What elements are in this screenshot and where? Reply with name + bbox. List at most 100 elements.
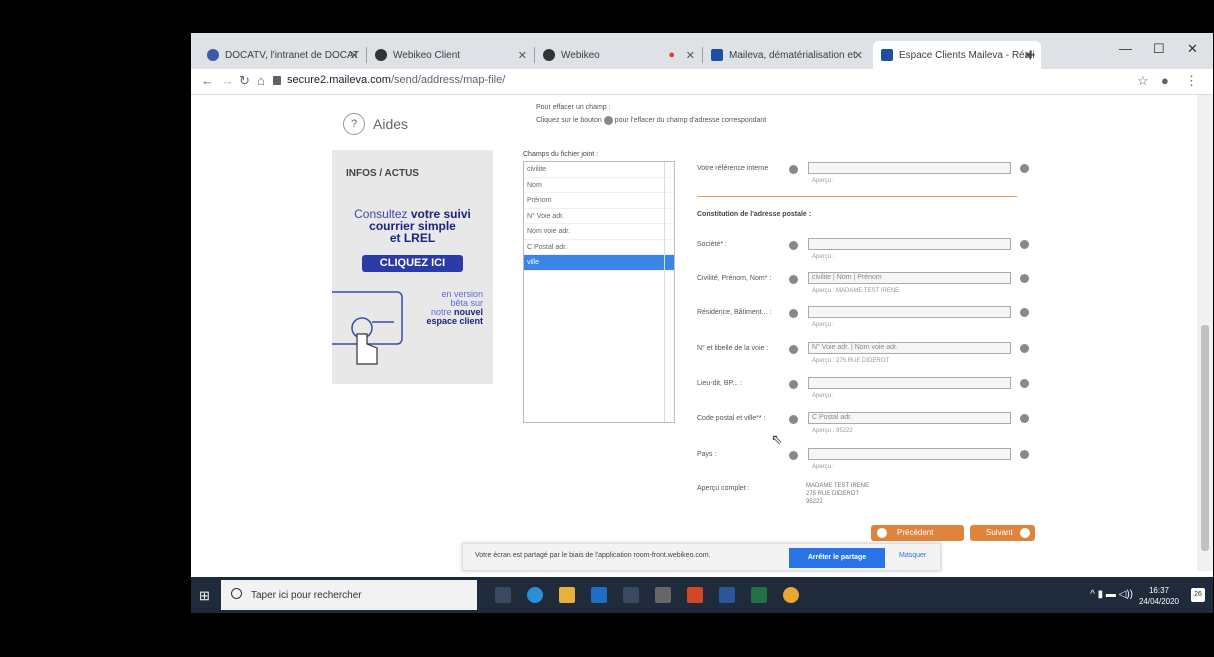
stop-sharing-button[interactable]: Arrêter le partage bbox=[789, 548, 885, 568]
chrome-icon[interactable] bbox=[783, 587, 799, 603]
row-label: Lieu-dit, BP... : bbox=[697, 380, 743, 387]
row-input[interactable] bbox=[808, 448, 1011, 460]
page-scrollbar[interactable] bbox=[1197, 95, 1213, 571]
explorer-icon[interactable] bbox=[559, 587, 575, 603]
maileva-icon bbox=[881, 49, 893, 61]
clear-icon[interactable] bbox=[1020, 414, 1029, 423]
row-input[interactable] bbox=[808, 238, 1011, 250]
clear-icon[interactable] bbox=[1020, 164, 1029, 173]
row-input[interactable] bbox=[808, 306, 1011, 318]
scroll-thumb[interactable] bbox=[1201, 325, 1209, 551]
tab-maileva[interactable]: Maileva, dématérialisation et ✕ bbox=[703, 41, 871, 69]
list-item[interactable]: Nom voie adr. bbox=[524, 224, 674, 240]
reload-icon[interactable]: ↻ bbox=[239, 73, 250, 89]
address-bar[interactable]: secure2.maileva.com/send/address/map-fil… bbox=[287, 74, 505, 86]
tab-webikeo[interactable]: Webikeo ● ✕ bbox=[535, 41, 703, 69]
touch-card-icon bbox=[332, 291, 403, 365]
row-preview: 95222 bbox=[836, 428, 853, 434]
clock-time: 16:37 bbox=[1148, 586, 1169, 595]
apercu-label: Aperçu : bbox=[812, 393, 835, 399]
reference-input[interactable] bbox=[808, 162, 1011, 174]
infos-title: INFOS / ACTUS bbox=[346, 168, 419, 179]
instructions-title: Pour effacer un champ : bbox=[536, 104, 611, 111]
mouse-cursor-icon: ⇖ bbox=[771, 431, 783, 447]
system-tray-icon[interactable]: ^ ▮ ▬ ◁)) bbox=[1090, 589, 1133, 600]
list-scrollbar[interactable] bbox=[664, 162, 674, 422]
menu-icon[interactable]: ⋮ bbox=[1185, 73, 1198, 89]
fields-list[interactable]: civilite Nom Prénom N° Voie adr. Nom voi… bbox=[523, 161, 675, 423]
clear-icon[interactable] bbox=[1020, 308, 1029, 317]
word-icon[interactable] bbox=[719, 587, 735, 603]
powerpoint-icon[interactable] bbox=[687, 587, 703, 603]
row-input[interactable]: C Postal adr. bbox=[808, 412, 1011, 424]
address-row-cp: Code postal et ville** : C Postal adr. A… bbox=[697, 411, 1029, 441]
forward-icon[interactable]: → bbox=[221, 73, 234, 88]
close-icon[interactable]: ✕ bbox=[686, 49, 695, 62]
outlook-icon[interactable] bbox=[591, 587, 607, 603]
row-label: Code postal et ville** : bbox=[697, 415, 766, 422]
close-icon[interactable]: ✕ bbox=[854, 49, 863, 62]
url-host: secure2.maileva.com bbox=[287, 74, 391, 86]
instructions-text-a: Cliquez sur le bouton bbox=[536, 117, 602, 124]
address-row-nom: Civilité, Prénom, Nom* : civilite | Nom … bbox=[697, 271, 1029, 301]
list-item[interactable]: Nom bbox=[524, 178, 674, 193]
screen: DOCATV, l'intranet de DOCAT ✕ Webikeo Cl… bbox=[191, 33, 1213, 613]
apercu-label: Aperçu : bbox=[812, 464, 835, 470]
tab-title: Webikeo bbox=[561, 49, 600, 61]
app-icon[interactable] bbox=[623, 587, 639, 603]
hide-link[interactable]: Masquer bbox=[899, 552, 926, 559]
app-icon[interactable] bbox=[655, 587, 671, 603]
cliquez-ici-button[interactable]: CLIQUEZ ICI bbox=[362, 255, 463, 272]
list-item-selected[interactable]: ville bbox=[524, 255, 674, 271]
taskbar-search[interactable]: Taper ici pour rechercher bbox=[221, 580, 477, 610]
aides-link[interactable]: ? Aides bbox=[343, 113, 408, 135]
star-icon[interactable]: ☆ bbox=[1137, 73, 1149, 89]
excel-icon[interactable] bbox=[751, 587, 767, 603]
clear-icon[interactable] bbox=[1020, 240, 1029, 249]
apercu-complet-label: Aperçu complet : bbox=[697, 485, 750, 492]
task-view-icon[interactable] bbox=[495, 587, 511, 603]
info-icon bbox=[789, 345, 798, 354]
webikeo-icon bbox=[543, 49, 555, 61]
tab-espace-clients[interactable]: Espace Clients Maileva - Réali ✕ bbox=[873, 41, 1041, 69]
list-item[interactable]: civilite bbox=[524, 162, 674, 178]
back-icon[interactable]: ← bbox=[201, 73, 214, 88]
clock[interactable]: 16:37 24/04/2020 bbox=[1139, 585, 1179, 607]
tab-title: DOCATV, l'intranet de DOCAT bbox=[225, 49, 359, 61]
suivant-button[interactable]: Suivant bbox=[970, 525, 1035, 541]
close-icon[interactable]: ✕ bbox=[350, 49, 359, 62]
windows-icon[interactable]: ⊞ bbox=[199, 588, 210, 604]
minimize-button[interactable]: — bbox=[1119, 41, 1132, 56]
info-icon bbox=[789, 241, 798, 250]
tab-webikeo-client[interactable]: Webikeo Client ✕ bbox=[367, 41, 535, 69]
clear-icon[interactable] bbox=[1020, 450, 1029, 459]
row-input[interactable]: N° Voie adr. | Nom voie adr. bbox=[808, 342, 1011, 354]
list-item[interactable]: N° Voie adr. bbox=[524, 209, 674, 224]
profile-icon[interactable]: ● bbox=[1161, 73, 1169, 88]
new-tab-button[interactable]: + bbox=[1025, 45, 1036, 66]
apercu-label: Aperçu : bbox=[812, 288, 835, 294]
webikeo-icon bbox=[375, 49, 387, 61]
clear-icon[interactable] bbox=[1020, 344, 1029, 353]
edge-icon[interactable] bbox=[527, 587, 543, 603]
row-input[interactable]: civilite | Nom | Prénom bbox=[808, 272, 1011, 284]
arrow-right-icon bbox=[1020, 528, 1030, 538]
close-window-button[interactable]: ✕ bbox=[1187, 41, 1198, 57]
close-icon[interactable]: ✕ bbox=[518, 49, 527, 62]
beta-text: en version bêta sur notre nouvel espace … bbox=[426, 290, 483, 326]
tab-docatv[interactable]: DOCATV, l'intranet de DOCAT ✕ bbox=[199, 41, 367, 69]
info-icon bbox=[789, 415, 798, 424]
clear-icon[interactable] bbox=[1020, 274, 1029, 283]
search-placeholder: Taper ici pour rechercher bbox=[251, 590, 362, 601]
row-input[interactable] bbox=[808, 377, 1011, 389]
clear-icon[interactable] bbox=[1020, 379, 1029, 388]
home-icon[interactable]: ⌂ bbox=[257, 73, 265, 88]
precedent-button[interactable]: Précédent bbox=[871, 525, 964, 541]
list-item[interactable]: Prénom bbox=[524, 193, 674, 209]
fields-label: Champs du fichier joint : bbox=[523, 151, 599, 158]
lock-icon bbox=[273, 76, 281, 85]
notification-icon[interactable]: 26 bbox=[1191, 588, 1205, 602]
apercu-label: Aperçu : bbox=[812, 322, 835, 328]
maximize-button[interactable]: ☐ bbox=[1153, 41, 1165, 57]
list-item[interactable]: C Postal adr. bbox=[524, 240, 674, 255]
